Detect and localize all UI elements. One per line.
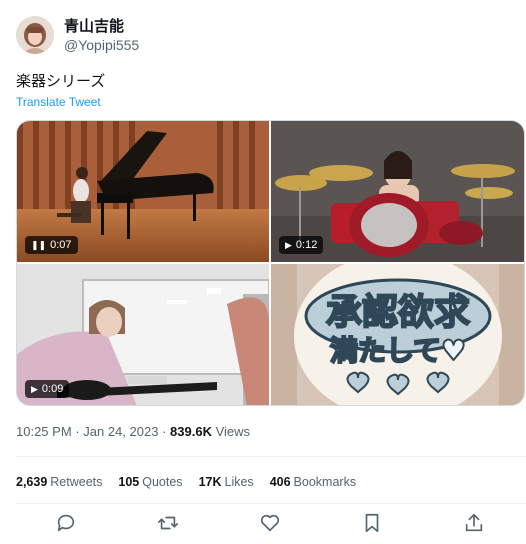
video-duration: 0:12 (295, 239, 318, 251)
media-grid: ❚❚ 0:07 ▶ 0:12 ▶ 0:09 承認欲求 満たして♥ (16, 120, 525, 406)
likes-stat[interactable]: 17K Likes (199, 474, 254, 490)
retweets-label: Retweets (50, 475, 103, 489)
video-thumbnail-guitar[interactable]: ▶ 0:09 (17, 264, 269, 405)
sign-line-2: 満たして♥ (330, 334, 466, 367)
video-duration: 0:09 (41, 383, 64, 395)
tweet-text: 楽器シリーズ (16, 73, 106, 90)
views-count: 839.6K (170, 424, 212, 439)
likes-label: Likes (224, 475, 254, 489)
quotes-stat[interactable]: 105 Quotes (118, 474, 182, 490)
video-duration: 0:07 (50, 239, 72, 251)
quotes-label: Quotes (142, 475, 183, 489)
retweet-icon[interactable] (157, 512, 181, 536)
like-icon[interactable] (259, 512, 283, 536)
photo-sign[interactable]: 承認欲求 満たして♥ (271, 264, 524, 405)
video-duration-badge: ▶ 0:12 (279, 236, 324, 254)
likes-count: 17K (198, 475, 222, 489)
quotes-count: 105 (118, 475, 140, 489)
play-icon[interactable]: ▶ (285, 236, 292, 254)
video-duration-badge: ❚❚ 0:07 (25, 236, 78, 254)
tweet-stats: 2,639 Retweets 105 Quotes 17K Likes 406 Book… (16, 474, 372, 490)
sign-line-1: 承認欲求 (326, 292, 470, 333)
reply-icon[interactable] (55, 512, 79, 536)
bookmark-icon[interactable] (361, 512, 385, 536)
display-name[interactable]: 青山吉能 (64, 17, 139, 36)
pause-icon[interactable]: ❚❚ (31, 236, 46, 254)
avatar[interactable] (16, 16, 54, 54)
tweet-time[interactable]: 10:25 PM (16, 424, 72, 439)
video-thumbnail-drums[interactable]: ▶ 0:12 (271, 121, 524, 262)
meta-separator: · (162, 424, 167, 439)
tweet-header: 青山吉能 @Yopipi555 (16, 14, 139, 56)
tweet-meta: 10:25 PM · Jan 24, 2023 · 839.6K Views (16, 424, 250, 440)
user-handle[interactable]: @Yopipi555 (64, 36, 139, 54)
bookmarks-count: 406 (269, 475, 291, 489)
video-thumbnail-piano[interactable]: ❚❚ 0:07 (17, 121, 269, 262)
play-icon[interactable]: ▶ (31, 380, 38, 398)
bookmarks-stat[interactable]: 406 Bookmarks (270, 474, 356, 490)
retweets-stat[interactable]: 2,639 Retweets (16, 474, 102, 490)
share-icon[interactable] (463, 512, 487, 536)
video-duration-badge: ▶ 0:09 (25, 380, 70, 398)
tweet-date[interactable]: Jan 24, 2023 (83, 424, 158, 439)
views-label: Views (215, 424, 251, 439)
divider (16, 456, 526, 457)
translate-tweet-link[interactable]: Translate Tweet (16, 95, 101, 109)
meta-separator: · (75, 424, 80, 439)
action-bar (0, 512, 526, 538)
divider (16, 503, 526, 504)
retweets-count: 2,639 (16, 475, 48, 489)
bookmarks-label: Bookmarks (293, 475, 357, 489)
